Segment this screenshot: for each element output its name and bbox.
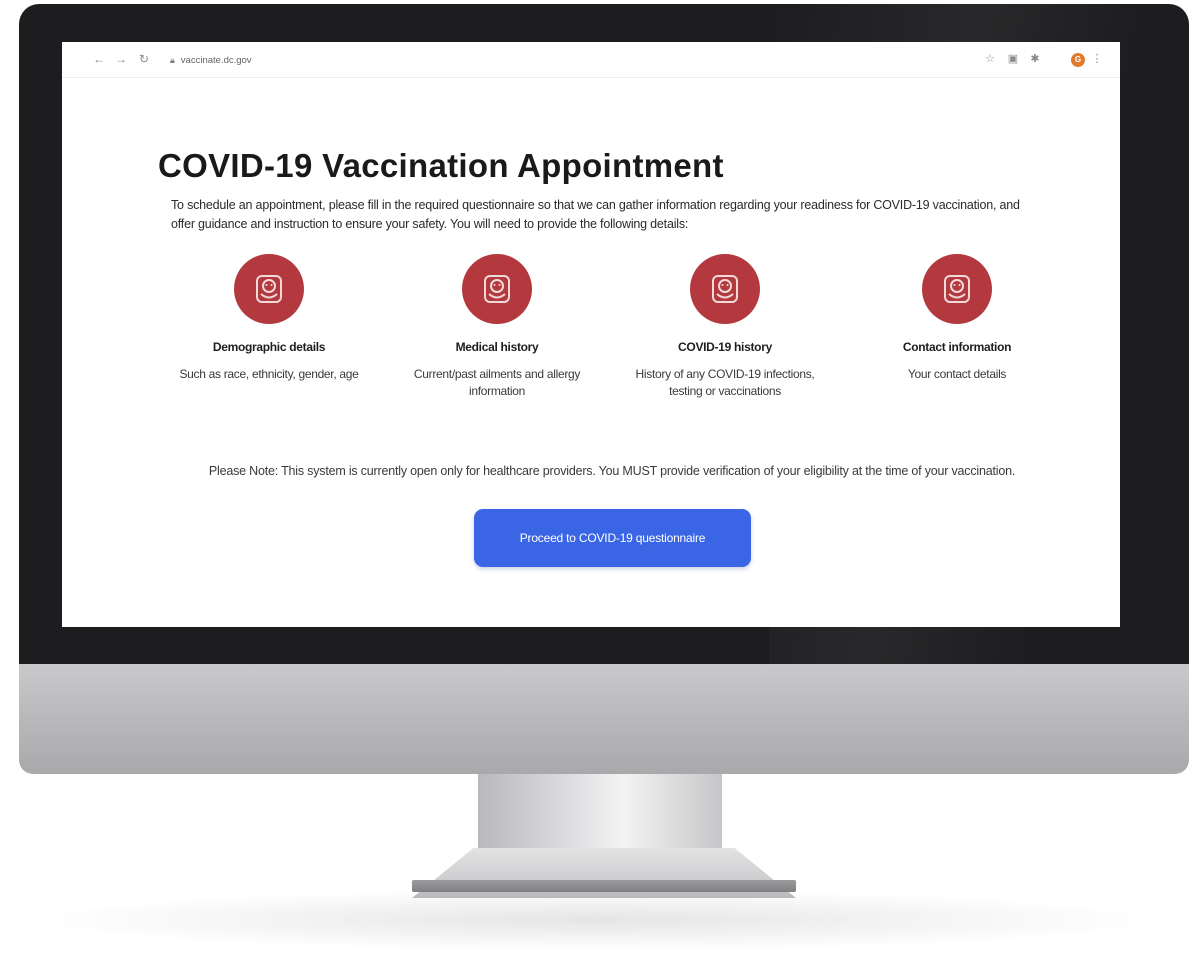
bookmark-star-icon[interactable]: ☆ (983, 52, 997, 66)
lock-icon: 🔒︎ (170, 54, 175, 65)
reload-icon[interactable]: ↻ (137, 52, 151, 66)
feature-title: Medical history (455, 340, 539, 354)
url-text: vaccinate.dc.gov (180, 54, 252, 66)
face-mask-icon (922, 254, 992, 324)
browser-toolbar: ← → ↻ 🔒︎ vaccinate.dc.gov ☆ ▣ ✱ G ⋮ (62, 42, 1120, 78)
forward-icon[interactable]: → (114, 52, 128, 66)
feature-covid-history: COVID-19 history History of any COVID-19… (620, 254, 830, 400)
feature-title: Contact information (902, 340, 1012, 354)
monitor-stand-neck (478, 774, 722, 856)
monitor-chin (19, 664, 1189, 774)
back-icon[interactable]: ← (92, 52, 106, 66)
feature-title: Demographic details (212, 340, 326, 354)
face-mask-icon (234, 254, 304, 324)
feature-description: History of any COVID-19 infections, test… (635, 367, 815, 398)
feature-title: COVID-19 history (678, 340, 772, 354)
eligibility-note: Please Note: This system is currently op… (208, 464, 1016, 478)
proceed-questionnaire-button[interactable]: Proceed to COVID-19 questionnaire (474, 509, 751, 567)
more-menu-icon[interactable]: ⋮ (1090, 52, 1104, 66)
monitor-stand-edge (412, 880, 796, 892)
page-title: COVID-19 Vaccination Appointment (158, 147, 724, 184)
feature-medical: Medical history Current/past ailments an… (392, 254, 602, 400)
face-mask-icon (690, 254, 760, 324)
feature-demographic: Demographic details Such as race, ethnic… (164, 254, 374, 383)
feature-contact: Contact information Your contact details (852, 254, 1062, 383)
feature-description: Your contact details (907, 367, 1007, 381)
profile-avatar[interactable]: G (1071, 53, 1085, 67)
puzzle-icon[interactable]: ✱ (1028, 52, 1042, 66)
feature-description: Current/past ailments and allergy inform… (413, 367, 581, 398)
face-mask-icon (462, 254, 532, 324)
floor-shadow (40, 890, 1150, 950)
monitor-screen: ← → ↻ 🔒︎ vaccinate.dc.gov ☆ ▣ ✱ G ⋮ COVI… (62, 42, 1120, 627)
intro-text: To schedule an appointment, please fill … (171, 198, 1020, 231)
extension-icon[interactable]: ▣ (1006, 52, 1020, 66)
address-bar[interactable]: 🔒︎ vaccinate.dc.gov (170, 51, 252, 69)
feature-description: Such as race, ethnicity, gender, age (179, 367, 359, 381)
